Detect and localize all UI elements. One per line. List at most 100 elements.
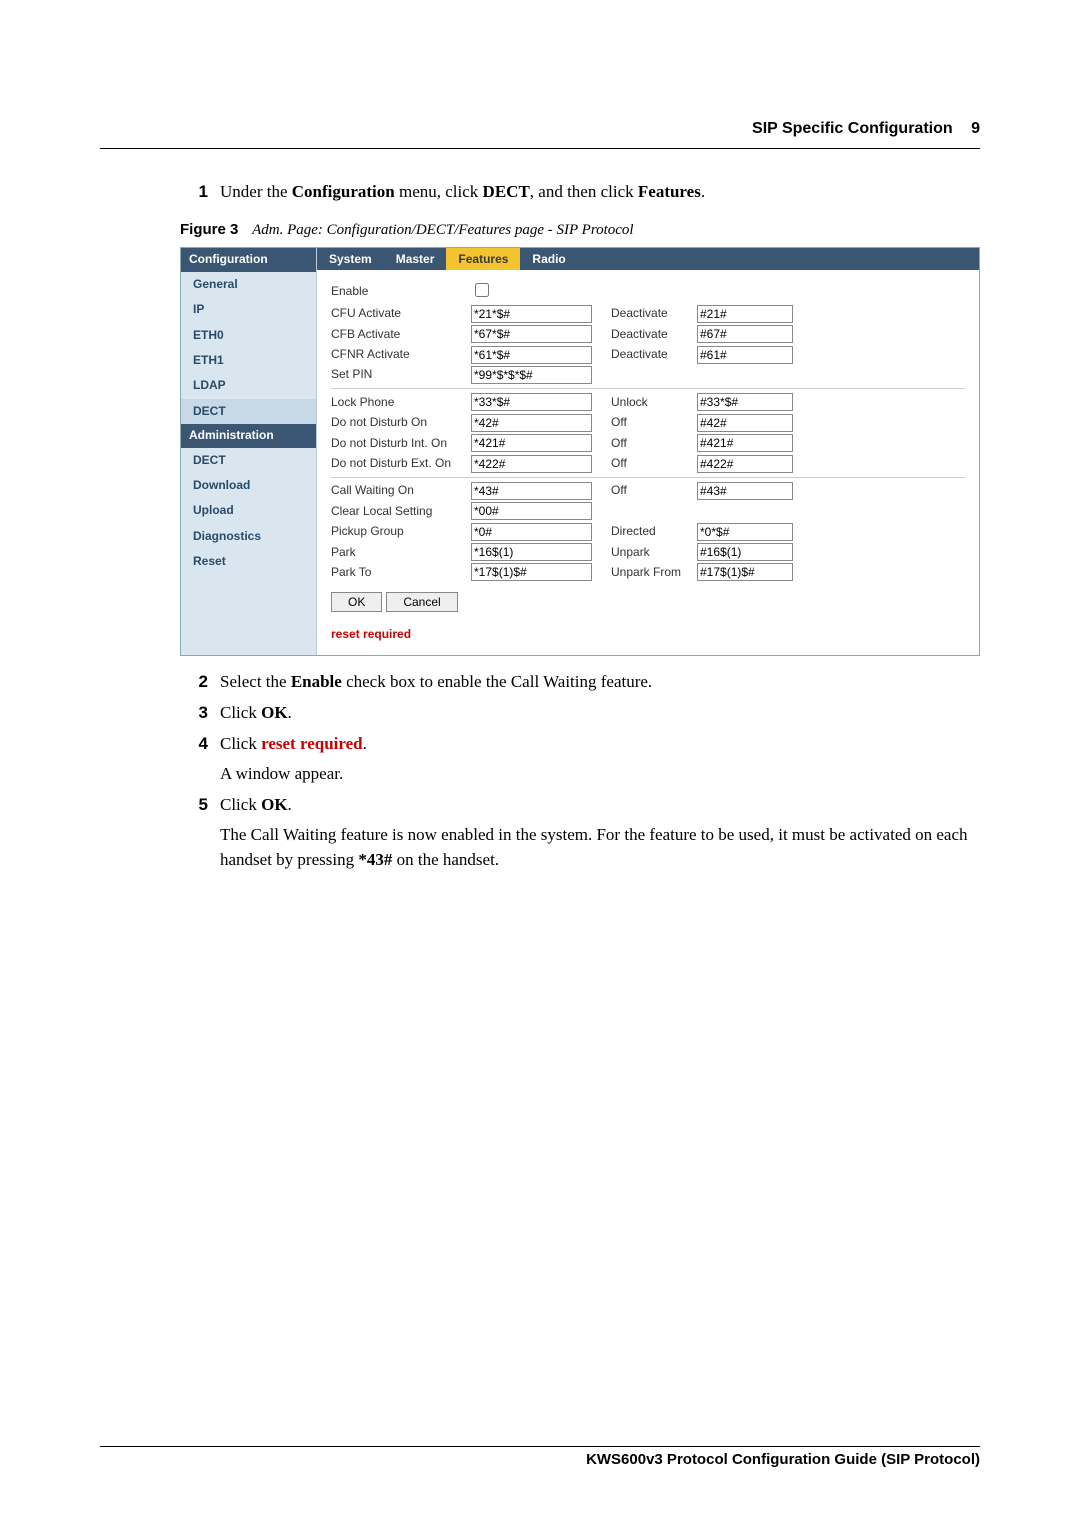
sidebar-item-diagnostics[interactable]: Diagnostics	[181, 524, 316, 549]
tab-features[interactable]: Features	[446, 248, 520, 270]
step-text: Click OK.	[220, 701, 980, 726]
row-field-2	[697, 325, 793, 343]
code-input[interactable]	[697, 563, 793, 581]
step-1: 1 Under the Configuration menu, click DE…	[180, 180, 980, 205]
row-field-2	[697, 434, 793, 452]
code-input[interactable]	[471, 563, 592, 581]
row-field-2	[697, 305, 793, 323]
step-5: 5 Click OK. The Call Waiting feature is …	[180, 793, 980, 873]
row-label: CFU Activate	[331, 305, 471, 322]
row-field-1	[471, 325, 611, 343]
text: check box to enable the Call Waiting fea…	[342, 672, 652, 691]
figure-text: Adm. Page: Configuration/DECT/Features p…	[252, 222, 634, 238]
sidebar-item-upload[interactable]: Upload	[181, 498, 316, 523]
cancel-button[interactable]: Cancel	[386, 592, 457, 612]
ok-button[interactable]: OK	[331, 592, 382, 612]
tab-master[interactable]: Master	[384, 248, 447, 270]
code-input[interactable]	[471, 414, 592, 432]
code-input[interactable]	[471, 393, 592, 411]
code-input[interactable]	[697, 434, 793, 452]
row-field-1	[471, 434, 611, 452]
step-number: 1	[180, 180, 208, 205]
row-label-2: Off	[611, 482, 697, 499]
code-input[interactable]	[471, 325, 592, 343]
sidebar-item-general[interactable]: General	[181, 272, 316, 297]
code-input[interactable]	[697, 414, 793, 432]
step-4: 4 Click reset required. A window appear.	[180, 732, 980, 787]
form-row: Clear Local Setting	[331, 502, 965, 520]
tab-system[interactable]: System	[317, 248, 384, 270]
form-row: CFNR ActivateDeactivate	[331, 346, 965, 364]
code-input[interactable]	[697, 393, 793, 411]
row-field-2	[697, 543, 793, 561]
row-label: Do not Disturb On	[331, 414, 471, 431]
code-input[interactable]	[697, 455, 793, 473]
page-number: 9	[971, 120, 980, 137]
row-label: CFNR Activate	[331, 346, 471, 363]
row-label: Enable	[331, 283, 471, 300]
row-field-2	[697, 393, 793, 411]
row-label: Pickup Group	[331, 523, 471, 540]
row-field-2	[697, 482, 793, 500]
figure-caption: Figure 3 Adm. Page: Configuration/DECT/F…	[180, 219, 980, 242]
sidebar-item-reset[interactable]: Reset	[181, 549, 316, 574]
document-page: SIP Specific Configuration 9 1 Under the…	[0, 0, 1080, 1528]
text: , and then click	[530, 182, 638, 201]
enable-checkbox[interactable]	[475, 283, 489, 297]
sidebar-item-admin-dect[interactable]: DECT	[181, 448, 316, 473]
code-input[interactable]	[697, 346, 793, 364]
row-field-1	[471, 523, 611, 541]
sidebar-item-eth1[interactable]: ETH1	[181, 348, 316, 373]
reset-required-link[interactable]: reset required	[331, 626, 965, 643]
bold-text: Features	[638, 182, 701, 201]
row-field-1	[471, 502, 611, 520]
running-header: SIP Specific Configuration 9	[752, 120, 980, 138]
figure-label: Figure 3	[180, 221, 238, 238]
sidebar-category-configuration: Configuration	[181, 248, 316, 271]
tab-bar: System Master Features Radio	[317, 248, 979, 270]
tab-radio[interactable]: Radio	[520, 248, 577, 270]
row-field-2	[697, 346, 793, 364]
code-input[interactable]	[471, 455, 592, 473]
step-2: 2 Select the Enable check box to enable …	[180, 670, 980, 695]
bold-text: DECT	[483, 182, 530, 201]
row-field-1	[471, 543, 611, 561]
text: Click	[220, 734, 261, 753]
code-input[interactable]	[471, 346, 592, 364]
header-rule	[100, 148, 980, 149]
code-input[interactable]	[471, 523, 592, 541]
code-input[interactable]	[697, 305, 793, 323]
sidebar-category-administration: Administration	[181, 424, 316, 447]
form-row: Enable	[331, 280, 965, 302]
row-label-2: Directed	[611, 523, 697, 540]
sidebar-item-ldap[interactable]: LDAP	[181, 373, 316, 398]
row-field-2	[697, 414, 793, 432]
step-number: 4	[180, 732, 208, 787]
code-input[interactable]	[697, 543, 793, 561]
row-label: Do not Disturb Ext. On	[331, 455, 471, 472]
code-input[interactable]	[471, 543, 592, 561]
step-number: 2	[180, 670, 208, 695]
code-input[interactable]	[697, 523, 793, 541]
code-input[interactable]	[471, 502, 592, 520]
code-input[interactable]	[471, 434, 592, 452]
code-input[interactable]	[471, 305, 592, 323]
code-input[interactable]	[697, 482, 793, 500]
row-field-1	[471, 305, 611, 323]
code-input[interactable]	[471, 482, 592, 500]
step-number: 5	[180, 793, 208, 873]
row-field-1	[471, 482, 611, 500]
sidebar-item-dect[interactable]: DECT	[181, 399, 316, 424]
row-field-1	[471, 455, 611, 473]
step-paragraph: A window appear.	[220, 762, 980, 787]
form-row: Pickup Group Directed	[331, 523, 965, 541]
sidebar-item-download[interactable]: Download	[181, 473, 316, 498]
code-input[interactable]	[697, 325, 793, 343]
code-input[interactable]	[471, 366, 592, 384]
sidebar-item-ip[interactable]: IP	[181, 297, 316, 322]
step-text: Click OK. The Call Waiting feature is no…	[220, 793, 980, 873]
sidebar-item-eth0[interactable]: ETH0	[181, 323, 316, 348]
form-row: CFU ActivateDeactivate	[331, 305, 965, 323]
form-row: Do not Disturb OnOff	[331, 414, 965, 432]
row-field-2	[697, 455, 793, 473]
